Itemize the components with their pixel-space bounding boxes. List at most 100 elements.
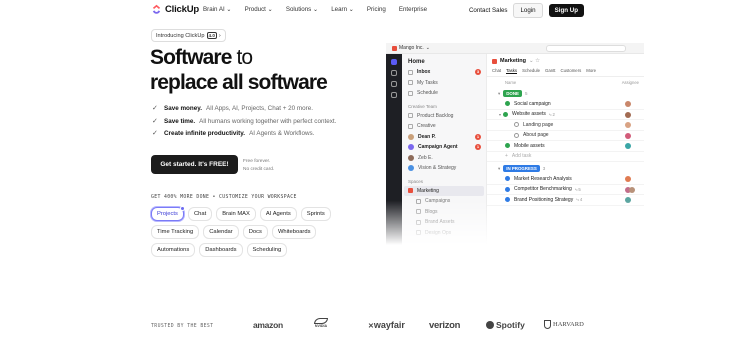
sidebar-item-dean[interactable]: Dean P. 1 — [402, 132, 486, 143]
contact-sales-link[interactable]: Contact Sales — [469, 7, 508, 14]
main-title: Marketing ⌄ ☆ — [487, 54, 644, 66]
view-tabs: Chat Tasks Schedule Gantt Customers More — [487, 66, 644, 77]
sidebar-item-product-backlog[interactable]: Product Backlog — [402, 111, 486, 122]
clickup-logo-icon — [152, 4, 161, 14]
chip-chat[interactable]: Chat — [187, 207, 213, 221]
inbox-icon[interactable] — [391, 70, 397, 76]
sidebar-item-blogs[interactable]: Blogs — [402, 207, 486, 218]
apps-icon[interactable] — [391, 92, 397, 98]
subtask-row[interactable]: About page — [487, 131, 644, 141]
wayfair-logo: ✕wayfair — [368, 320, 405, 330]
sidebar-item-inbox[interactable]: Inbox 3 — [402, 67, 486, 78]
status-badge: DONE — [503, 90, 522, 97]
check-icon: ✓ — [152, 130, 158, 137]
sidebar-item-brand-assets[interactable]: Brand Assets — [402, 217, 486, 228]
task-row[interactable]: Competitor Benchmarking ⤷ 5 — [487, 185, 644, 195]
sidebar-item-my-tasks[interactable]: My Tasks — [402, 78, 486, 89]
sidebar-item-marketing[interactable]: Marketing — [404, 185, 484, 196]
nav-solutions[interactable]: Solutions ⌄ — [286, 6, 318, 13]
spotify-logo: Spotify — [486, 320, 525, 330]
sidebar-item-schedule[interactable]: Schedule — [402, 88, 486, 99]
section-creative-team: Creative Team — [408, 103, 437, 109]
task-row[interactable]: Market Research Analysis — [487, 174, 644, 185]
badge-version: 4.0 — [206, 32, 217, 39]
chip-automations[interactable]: Automations — [151, 243, 196, 257]
add-task-button[interactable]: + Add task — [487, 152, 644, 162]
sidebar-item-campaigns[interactable]: Campaigns — [402, 196, 486, 207]
tab-schedule[interactable]: Schedule — [522, 68, 540, 74]
avatar — [408, 133, 414, 140]
chip-projects[interactable]: Projects — [151, 206, 185, 221]
chip-docs[interactable]: Docs — [242, 225, 268, 239]
workspace-switcher[interactable]: Mango Inc. ⌄ — [392, 45, 430, 51]
chip-scheduling[interactable]: Scheduling — [246, 243, 288, 257]
spotify-icon — [486, 321, 494, 329]
status-done-icon — [503, 111, 509, 117]
task-row[interactable]: Social campaign — [487, 99, 644, 110]
harvard-logo: HARVARD — [544, 320, 584, 329]
chip-calendar[interactable]: Calendar — [203, 225, 239, 239]
task-row[interactable]: Mobile assets — [487, 141, 644, 152]
tab-tasks[interactable]: Tasks — [506, 68, 518, 74]
list-icon — [416, 209, 421, 215]
nav-product[interactable]: Product ⌄ — [245, 6, 273, 13]
marketing-icon — [492, 58, 497, 64]
task-row[interactable]: Brand Positioning Strategy ⤷ 4 — [487, 195, 644, 206]
status-badge: IN PROGRESS — [503, 165, 540, 172]
marketing-space-icon — [408, 188, 413, 194]
sidebar-item-zeb[interactable]: Zeb E. — [402, 153, 486, 164]
top-navigation: ClickUp Brain AI ⌄ Product ⌄ Solutions ⌄… — [0, 0, 730, 20]
nav-enterprise[interactable]: Enterprise — [399, 6, 427, 13]
verizon-logo: verizon — [429, 320, 461, 331]
agent-icon — [408, 144, 414, 151]
sidebar-item-campaign-agent[interactable]: Campaign Agent 1 — [402, 142, 486, 153]
clickup-logo[interactable]: ClickUp — [151, 4, 199, 15]
group-done[interactable]: ▾ DONE 5 — [487, 87, 644, 99]
nvidia-logo: NVIDIA — [314, 318, 328, 329]
status-progress-icon — [505, 186, 510, 192]
trusted-label: TRUSTED BY THE BEST — [151, 324, 214, 329]
app-topbar: Mango Inc. ⌄ — [386, 43, 644, 54]
sidebar-item-design-ops[interactable]: Design Ops — [402, 228, 486, 239]
status-progress-icon — [505, 197, 510, 203]
sidebar-item-creative[interactable]: Creative — [402, 121, 486, 132]
nav-brain-ai[interactable]: Brain AI ⌄ — [203, 6, 232, 13]
tab-chat[interactable]: Chat — [492, 68, 501, 74]
get-started-button[interactable]: Get started. It's FREE! — [151, 155, 238, 174]
sidebar-title: Home — [408, 59, 425, 65]
group-in-progress[interactable]: ▾ IN PROGRESS 3 — [487, 162, 644, 174]
chip-whiteboards[interactable]: Whiteboards — [271, 225, 317, 239]
tab-more[interactable]: More — [586, 68, 596, 74]
check-icon: ✓ — [152, 105, 158, 112]
logo-text: ClickUp — [165, 4, 199, 15]
chip-brain-max[interactable]: Brain MAX — [216, 207, 256, 221]
subtask-row[interactable]: Landing page — [487, 120, 644, 131]
task-row[interactable]: ▾ Website assets ⤷ 2 — [487, 110, 644, 120]
chip-ai-agents[interactable]: AI Agents — [259, 207, 297, 221]
status-open-icon — [514, 122, 519, 128]
chip-time-tracking[interactable]: Time Tracking — [151, 225, 200, 239]
planner-icon[interactable] — [391, 81, 397, 87]
tab-customers[interactable]: Customers — [561, 68, 582, 74]
nav-learn[interactable]: Learn ⌄ — [331, 6, 354, 13]
chip-dashboards[interactable]: Dashboards — [199, 243, 243, 257]
list-icon — [416, 198, 421, 204]
hero-headline: Software to replace all software — [150, 45, 328, 95]
badge-text: Introducing ClickUp — [156, 32, 205, 39]
sidebar-item-vision[interactable]: Vision & Strategy — [402, 163, 486, 174]
announcement-badge[interactable]: Introducing ClickUp 4.0 › — [151, 29, 226, 42]
nav-pricing[interactable]: Pricing — [367, 6, 386, 13]
chip-sprints[interactable]: Sprints — [300, 207, 331, 221]
amazon-logo: amazon — [253, 320, 283, 330]
avatar — [625, 197, 631, 203]
workspace-icon — [392, 45, 397, 51]
plus-icon: + — [505, 153, 508, 160]
app-search-input[interactable] — [546, 45, 626, 52]
avatar — [625, 143, 631, 149]
feature-chips: Projects Chat Brain MAX AI Agents Sprint… — [151, 206, 331, 261]
signup-button[interactable]: Sign Up — [548, 4, 584, 17]
home-icon[interactable] — [391, 59, 397, 65]
status-done-icon — [505, 143, 510, 149]
tab-gantt[interactable]: Gantt — [545, 68, 556, 74]
login-button[interactable]: Login — [513, 3, 543, 18]
